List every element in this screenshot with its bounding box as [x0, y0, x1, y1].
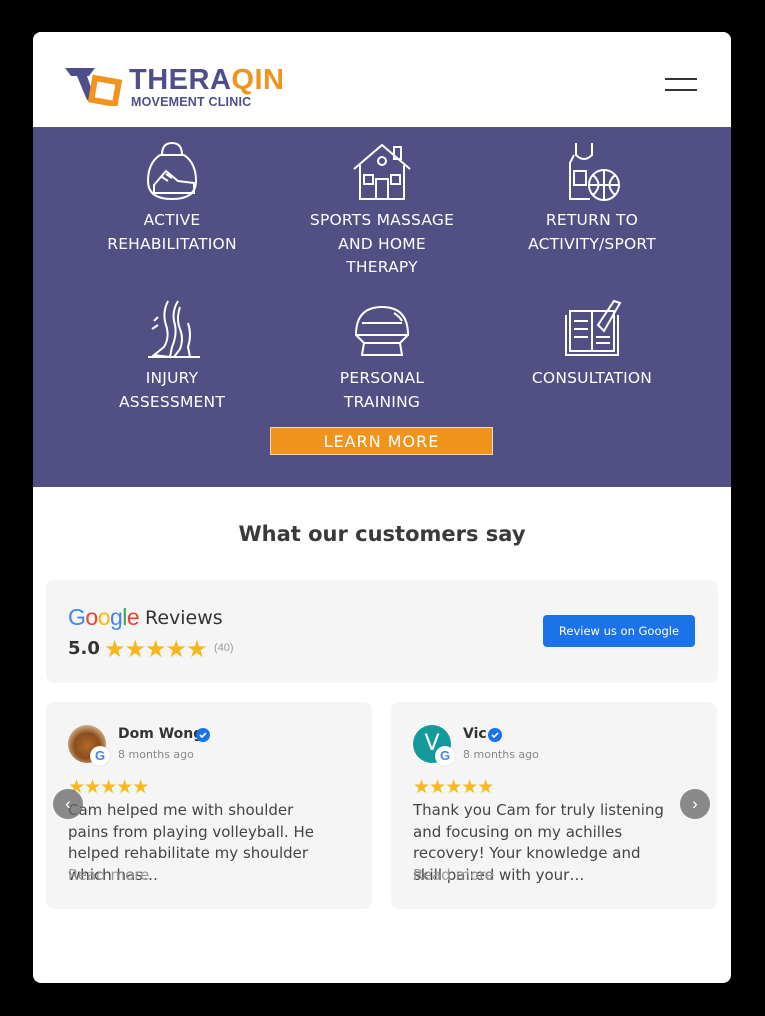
- carousel-prev-button[interactable]: ‹: [53, 789, 83, 819]
- service-consultation[interactable]: CONSULTATION: [492, 299, 692, 391]
- service-label: CONSULTATION: [531, 369, 653, 387]
- service-injury-assessment[interactable]: INJURY ASSESSMENT: [72, 299, 272, 414]
- review-time: 8 months ago: [118, 748, 194, 761]
- verified-badge-icon: [196, 728, 210, 742]
- review-stars: ★★★★★: [413, 777, 494, 798]
- rating-value: 5.0: [68, 638, 100, 659]
- tablet-frame: THERAQIN MOVEMENT CLINIC ACTIVE REHABILI…: [0, 0, 765, 1016]
- service-label: INJURY: [145, 369, 199, 387]
- service-return-to-activity[interactable]: RETURN TO ACTIVITY/SPORT: [492, 141, 692, 256]
- service-active-rehabilitation[interactable]: ACTIVE REHABILITATION: [72, 141, 272, 256]
- notebook-pen-icon: [565, 299, 622, 356]
- read-more-link[interactable]: Read more: [413, 866, 494, 884]
- reviews-label: Reviews: [145, 607, 223, 629]
- service-label: AND HOME: [338, 234, 426, 253]
- google-reviews-summary: Google Reviews 5.0 ★★★★★ (40) Review us …: [46, 580, 718, 683]
- verified-badge-icon: [488, 728, 502, 742]
- section-title: What our customers say: [238, 522, 526, 546]
- rating-stars: ★★★★★: [104, 636, 208, 663]
- review-card: G Dom Wong 8 months ago ★★★★★ Cam helped…: [46, 702, 372, 909]
- logo-mark-icon: [65, 68, 123, 106]
- google-logo-icon: Google: [68, 604, 140, 630]
- review-count: (40): [214, 642, 234, 654]
- review-time: 8 months ago: [463, 748, 539, 761]
- service-label: TRAINING: [343, 392, 421, 411]
- brand-logo[interactable]: THERAQIN MOVEMENT CLINIC: [65, 64, 284, 110]
- service-sports-massage[interactable]: SPORTS MASSAGE AND HOME THERAPY: [282, 141, 482, 280]
- reviewer-name: Vic: [463, 726, 487, 742]
- service-label: REHABILITATION: [107, 234, 237, 253]
- service-personal-training[interactable]: PERSONAL TRAINING: [282, 299, 482, 414]
- services-section: ACTIVE REHABILITATION SPORTS MASSAGE AND…: [33, 127, 731, 487]
- site-header: THERAQIN MOVEMENT CLINIC: [33, 32, 731, 127]
- service-label: ASSESSMENT: [119, 392, 225, 411]
- hamburger-menu-icon[interactable]: [663, 75, 699, 95]
- learn-more-button[interactable]: LEARN MORE: [270, 427, 493, 455]
- service-label: SPORTS MASSAGE: [309, 211, 455, 229]
- google-badge-icon: G: [435, 746, 455, 766]
- reviewer-name: Dom Wong: [118, 726, 204, 742]
- house-icon: [353, 143, 411, 200]
- service-label: ACTIVE: [143, 211, 201, 229]
- review-us-on-google-button[interactable]: Review us on Google: [543, 615, 695, 647]
- legs-icon: [148, 300, 200, 359]
- carousel-next-button[interactable]: ›: [680, 789, 710, 819]
- screen: THERAQIN MOVEMENT CLINIC ACTIVE REHABILI…: [33, 32, 731, 983]
- service-label: RETURN TO: [545, 211, 639, 229]
- service-label: PERSONAL: [339, 369, 425, 387]
- jersey-basketball-icon: [569, 143, 620, 201]
- service-label: ACTIVITY/SPORT: [528, 234, 656, 253]
- read-more-link[interactable]: Read more: [68, 866, 149, 884]
- kettlebell-shoe-icon: [146, 141, 198, 201]
- brand-subtitle: MOVEMENT CLINIC: [131, 95, 252, 109]
- bosu-ball-icon: [354, 305, 410, 356]
- google-badge-icon: G: [90, 746, 110, 766]
- review-card: V G Vic 8 months ago ★★★★★ Thank you Cam…: [391, 702, 717, 909]
- brand-name: THERAQIN: [129, 64, 285, 96]
- service-label: THERAPY: [346, 258, 418, 276]
